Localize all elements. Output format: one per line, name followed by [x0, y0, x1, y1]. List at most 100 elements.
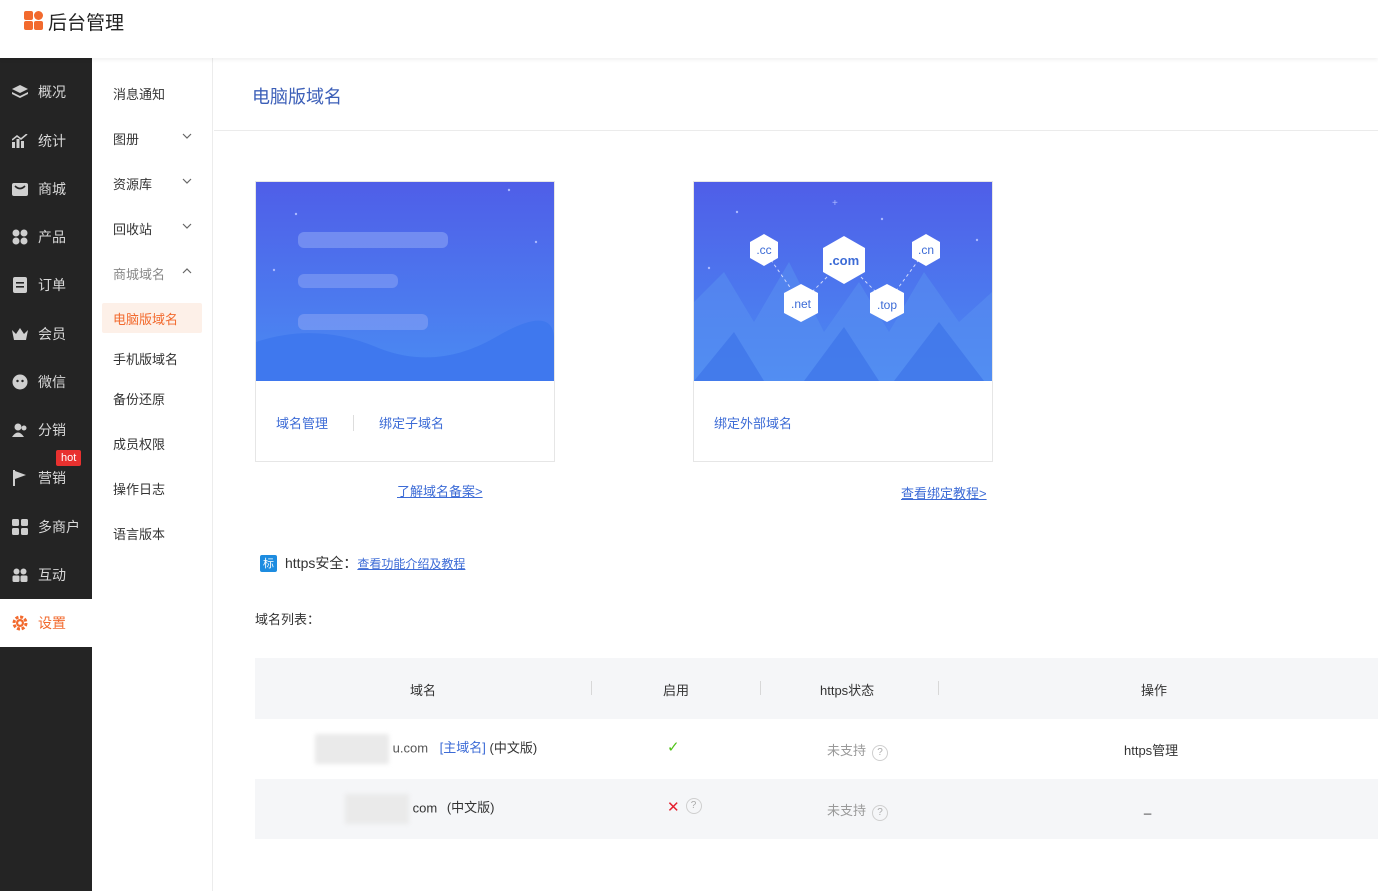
domain-filing-link[interactable]: 了解域名备案> [397, 481, 483, 500]
divider [214, 130, 1378, 131]
chart-icon [11, 132, 29, 150]
store-icon [11, 180, 29, 198]
binding-tutorial-link[interactable]: 查看绑定教程> [901, 483, 987, 502]
subnav-label: 操作日志 [113, 481, 166, 497]
subnav-label: 成员权限 [113, 436, 166, 452]
main-domain-tag[interactable]: [主域名] [440, 740, 486, 755]
help-icon[interactable]: ? [872, 805, 889, 821]
subnav-label: 资源库 [113, 176, 153, 192]
logo-icon [24, 11, 44, 31]
version-label: (中文版) [446, 800, 495, 816]
enabled-cross-text: ✕ [667, 799, 680, 816]
subnav-item-language[interactable]: 语言版本 [102, 518, 202, 548]
secondary-sidebar: 消息通知 图册 资源库 回收站 商城域名 电脑版域名 手机版域名 备份还原 成员… [92, 58, 213, 891]
blurred-domain [315, 734, 389, 764]
domain-suffix: com [412, 800, 438, 816]
sidebar-item-stats[interactable]: 统计 [0, 117, 92, 165]
column-header-https: https状态 [820, 683, 875, 698]
subnav-item-notifications[interactable]: 消息通知 [102, 78, 202, 108]
table-row: com (中文版) ✕? 未支持? _ [255, 779, 1378, 839]
header-separator [938, 681, 939, 695]
people-icon [11, 566, 29, 584]
subnav-item-album[interactable]: 图册 [102, 123, 202, 153]
app-title: 后台管理 [48, 12, 125, 34]
main-content: 电脑版域名 域名管理 绑定子域名 了解域名备案> .cc .com .cn .n… [214, 58, 1378, 891]
tld-label: .com [829, 253, 859, 268]
gear-icon [11, 614, 29, 632]
hot-badge: hot [56, 450, 82, 466]
subnav-label: 消息通知 [113, 86, 166, 102]
sidebar-item-label: 会员 [38, 326, 66, 342]
help-icon[interactable]: ? [872, 745, 889, 761]
enabled-cross-icon[interactable]: ✕? [667, 798, 702, 816]
sidebar-item-overview[interactable]: 概况 [0, 68, 92, 116]
top-bar: 后台管理 [0, 0, 1378, 58]
subnav-item-recycle-bin[interactable]: 回收站 [102, 213, 202, 243]
grid-icon [11, 228, 29, 246]
subnav-item-permissions[interactable]: 成员权限 [102, 428, 202, 458]
column-header-action: 操作 [1141, 683, 1168, 698]
chevron-down-icon [182, 133, 192, 139]
sidebar-item-label: 设置 [38, 615, 66, 631]
subnav-item-resources[interactable]: 资源库 [102, 168, 202, 198]
sidebar-item-distribution[interactable]: 分销 [0, 406, 92, 454]
subnav-item-backup[interactable]: 备份还原 [102, 383, 202, 413]
sidebar-item-products[interactable]: 产品 [0, 213, 92, 261]
domain-list-label: 域名列表： [255, 612, 321, 627]
sidebar-item-store[interactable]: 商城 [0, 165, 92, 213]
flag-icon [11, 469, 29, 487]
star-icon: + [832, 198, 838, 209]
tag-icon: 标 [260, 554, 277, 572]
subnav-item-mobile-domain[interactable]: 手机版域名 [102, 343, 202, 373]
users-icon [11, 421, 29, 439]
subdomain-card: 域名管理 绑定子域名 [255, 181, 555, 462]
blurred-domain [345, 794, 409, 824]
crown-icon [11, 325, 29, 343]
subnav-item-pc-domain[interactable]: 电脑版域名 [102, 303, 202, 333]
help-icon[interactable]: ? [685, 798, 702, 814]
sidebar-item-label: 产品 [38, 229, 66, 245]
brand[interactable]: 后台管理 [24, 9, 125, 34]
bind-external-domain-link[interactable]: 绑定外部域名 [714, 413, 792, 432]
bind-subdomain-link[interactable]: 绑定子域名 [379, 413, 444, 432]
domain-manage-link[interactable]: 域名管理 [276, 413, 328, 432]
sidebar-item-label: 多商户 [38, 519, 80, 535]
https-label: https安全： [285, 555, 358, 571]
sidebar-item-label: 微信 [38, 374, 66, 390]
sidebar-item-members[interactable]: 会员 [0, 310, 92, 358]
column-header-domain: 域名 [410, 683, 437, 698]
sidebar-item-settings[interactable]: 设置 [0, 599, 92, 647]
https-manage-action[interactable]: https管理 [1124, 740, 1178, 759]
https-status-text: 未支持 [827, 743, 867, 758]
shop-icon [11, 518, 29, 536]
version-label: (中文版) [489, 740, 538, 756]
sidebar-item-multi-merchant[interactable]: 多商户 [0, 503, 92, 551]
sidebar-item-label: 订单 [38, 277, 66, 293]
sidebar-item-wechat[interactable]: 微信 [0, 358, 92, 406]
subnav-item-store-domain[interactable]: 商城域名 [102, 258, 202, 288]
enabled-check-icon[interactable]: ✓ [667, 738, 680, 756]
https-status-text: 未支持 [827, 803, 867, 818]
card-hero-image [256, 182, 554, 381]
sidebar-item-label: 概况 [38, 84, 66, 100]
subnav-label: 备份还原 [113, 391, 166, 407]
layers-icon [11, 83, 29, 101]
sidebar-item-orders[interactable]: 订单 [0, 261, 92, 309]
card-links: 绑定外部域名 [714, 413, 792, 432]
page-title: 电脑版域名 [252, 87, 342, 107]
column-header-enabled: 启用 [663, 683, 690, 698]
primary-sidebar: 概况 统计 商城 产品 订单 会员 微信 分销 营销 多商户 互动 设置 hot [0, 58, 92, 891]
https-tutorial-link[interactable]: 查看功能介绍及教程 [357, 555, 465, 572]
sidebar-item-interaction[interactable]: 互动 [0, 551, 92, 599]
sidebar-item-label: 统计 [38, 133, 66, 149]
header-separator [760, 681, 761, 695]
sidebar-item-label: 互动 [38, 567, 66, 583]
https-status: 未支持? [827, 800, 889, 821]
table-header: 域名 启用 https状态 操作 [255, 658, 1378, 719]
subnav-label: 商城域名 [113, 266, 166, 282]
order-icon [11, 276, 29, 294]
subnav-label: 手机版域名 [113, 351, 179, 367]
subnav-label: 图册 [113, 131, 140, 147]
subnav-item-logs[interactable]: 操作日志 [102, 473, 202, 503]
chevron-up-icon [182, 268, 192, 274]
